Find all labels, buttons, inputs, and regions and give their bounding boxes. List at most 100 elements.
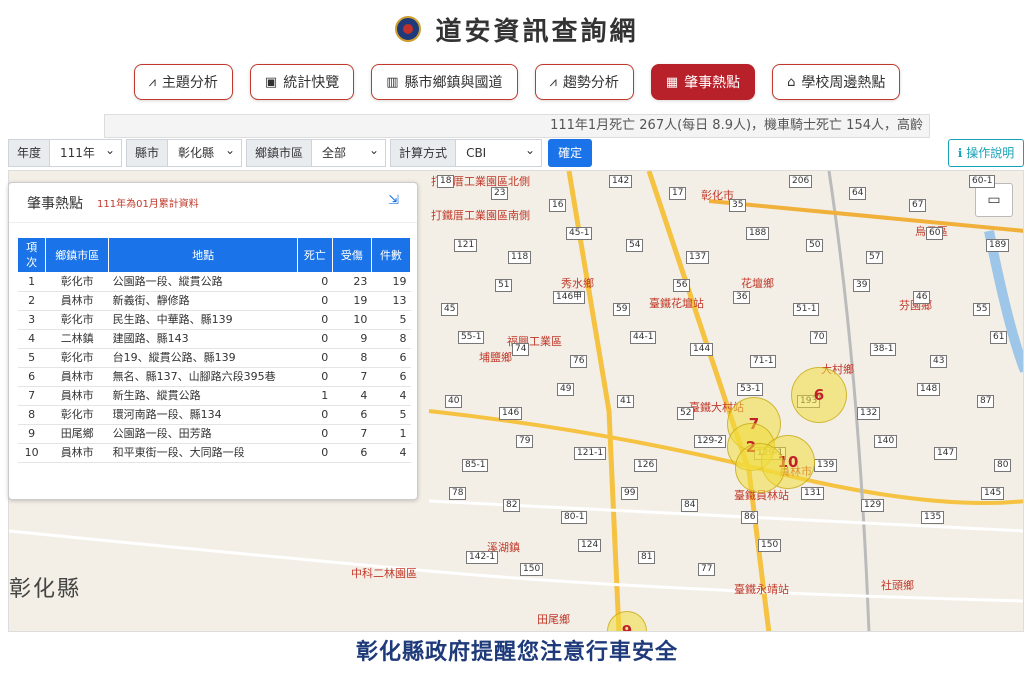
table-row[interactable]: 2 員林市 新義街、靜修路 0 19 13 — [17, 291, 411, 311]
table-row[interactable]: 10 員林市 和平東街一段、大同路一段 0 6 4 — [17, 443, 411, 463]
road-marker: 59 — [613, 303, 631, 316]
cell-injured: 7 — [332, 424, 372, 444]
road-marker: 35 — [729, 199, 747, 212]
cell-count: 13 — [371, 291, 411, 311]
table-row[interactable]: 8 彰化市 環河南路一段、縣134 0 6 5 — [17, 405, 411, 425]
cell-count: 1 — [371, 424, 411, 444]
road-marker: 18 — [437, 175, 455, 188]
help-button[interactable]: ℹ 操作說明 — [948, 139, 1024, 167]
table-row[interactable]: 6 員林市 無名、縣137、山腳路六段395巷 0 7 6 — [17, 367, 411, 387]
road-marker: 142-1 — [466, 551, 499, 564]
cell-count: 19 — [371, 272, 411, 292]
road-marker: 139 — [814, 459, 838, 472]
road-marker: 55-1 — [458, 331, 485, 344]
line-chart-icon: ⩘ — [148, 74, 156, 90]
cell-town: 彰化市 — [45, 348, 109, 368]
table-header-row: 項次 鄉鎮市區 地點 死亡 受傷 件數 — [16, 237, 412, 273]
image-icon[interactable]: ▭ — [975, 183, 1013, 217]
cell-place: 和平東街一段、大同路一段 — [108, 443, 298, 463]
road-marker: 45 — [441, 303, 459, 316]
cell-injured: 6 — [332, 443, 372, 463]
collapse-icon[interactable]: ⇲ — [388, 193, 399, 208]
cell-town: 員林市 — [45, 291, 109, 311]
map-place-label: 臺鐵花壇站 — [649, 297, 704, 310]
trend-icon: ⩘ — [549, 74, 557, 90]
news-ticker: 111年1月死亡 267人(每日 8.9人)，機車騎士死亡 154人，高齡 — [104, 114, 930, 138]
cell-town: 員林市 — [45, 443, 109, 463]
cell-place: 無名、縣137、山腳路六段395巷 — [108, 367, 298, 387]
cell-death: 0 — [297, 272, 333, 292]
road-marker: 51 — [495, 279, 513, 292]
road-marker: 145 — [981, 487, 1005, 500]
road-marker: 74 — [512, 343, 530, 356]
road-marker: 16 — [549, 199, 567, 212]
nav-label: 主題分析 — [161, 75, 218, 91]
table-row[interactable]: 7 員林市 新生路、縱貫公路 1 4 4 — [17, 386, 411, 406]
road-marker: 40 — [445, 395, 463, 408]
cell-count: 4 — [371, 386, 411, 406]
road-marker: 129-2 — [694, 435, 727, 448]
road-marker: 52 — [677, 407, 695, 420]
panel-title: 肇事熱點 — [27, 195, 83, 212]
town-label: 鄉鎮市區 — [246, 139, 313, 167]
header: 道安資訊查詢網 — [0, 0, 1034, 58]
road-marker: 43 — [930, 355, 948, 368]
road-marker: 140 — [874, 435, 898, 448]
cell-injured: 19 — [332, 291, 372, 311]
filter-bar: 年度 111年 縣市 彰化縣 鄉鎮市區 全部 計算方式 CBI 確定 — [8, 137, 593, 167]
method-label: 計算方式 — [390, 139, 457, 167]
cell-death: 0 — [297, 443, 333, 463]
column-header: 鄉鎮市區 — [45, 237, 110, 273]
road-marker: 39 — [853, 279, 871, 292]
cell-death: 0 — [297, 329, 333, 349]
nav-button-2[interactable]: ▥ 縣市鄉鎮與國道 — [371, 64, 518, 100]
method-select[interactable]: CBI — [456, 137, 543, 167]
cell-town: 彰化市 — [45, 310, 109, 330]
road-marker: 81 — [638, 551, 656, 564]
road-marker: 23 — [491, 187, 509, 200]
school-icon: ⌂ — [787, 74, 796, 90]
cell-count: 8 — [371, 329, 411, 349]
table-row[interactable]: 5 彰化市 台19、縱貫公路、縣139 0 8 6 — [17, 348, 411, 368]
road-marker: 124 — [578, 539, 602, 552]
road-marker: 131 — [801, 487, 825, 500]
road-marker: 148 — [917, 383, 941, 396]
nav-label: 趨勢分析 — [562, 75, 619, 91]
county-select[interactable]: 彰化縣 — [168, 137, 243, 167]
table-row[interactable]: 3 彰化市 民生路、中華路、縣139 0 10 5 — [17, 310, 411, 330]
slides-icon: ▣ — [264, 74, 278, 90]
road-marker: 99 — [621, 487, 639, 500]
road-marker: 82 — [503, 499, 521, 512]
cell-count: 4 — [371, 443, 411, 463]
map-icon: ▦ — [665, 74, 679, 90]
town-select[interactable]: 全部 — [312, 137, 387, 167]
hotspot-cluster[interactable] — [735, 443, 785, 493]
road-marker: 46 — [913, 291, 931, 304]
cell-no: 1 — [17, 272, 46, 292]
table-row[interactable]: 9 田尾鄉 公園路一段、田芳路 0 7 1 — [17, 424, 411, 444]
help-label: 操作說明 — [966, 146, 1015, 160]
map-place-label: 中科二林園區 — [351, 567, 417, 580]
hotspot-cluster[interactable]: 6 — [791, 367, 847, 423]
nav-button-1[interactable]: ▣ 統計快覽 — [249, 64, 355, 100]
cell-count: 5 — [371, 310, 411, 330]
cell-death: 0 — [297, 424, 333, 444]
cell-town: 彰化市 — [45, 272, 109, 292]
cell-town: 員林市 — [45, 367, 109, 387]
nav-button-3[interactable]: ⩘ 趨勢分析 — [534, 64, 634, 100]
cell-injured: 9 — [332, 329, 372, 349]
road-marker: 71-1 — [750, 355, 777, 368]
nav-button-4[interactable]: ▦ 肇事熱點 — [650, 64, 756, 100]
table-row[interactable]: 1 彰化市 公園路一段、縱貫公路 0 23 19 — [17, 272, 411, 292]
year-select[interactable]: 111年 — [50, 137, 123, 167]
table-row[interactable]: 4 二林鎮 建國路、縣143 0 9 8 — [17, 329, 411, 349]
nav-button-5[interactable]: ⌂ 學校周邊熱點 — [772, 64, 901, 100]
confirm-button[interactable]: 確定 — [548, 139, 593, 167]
road-marker: 61 — [990, 331, 1008, 344]
nav-button-0[interactable]: ⩘ 主題分析 — [133, 64, 233, 100]
map-place-label: 田尾鄉 — [537, 613, 570, 626]
road-marker: 49 — [557, 383, 575, 396]
cell-no: 7 — [17, 386, 46, 406]
site-logo — [395, 16, 422, 42]
cell-no: 4 — [17, 329, 46, 349]
